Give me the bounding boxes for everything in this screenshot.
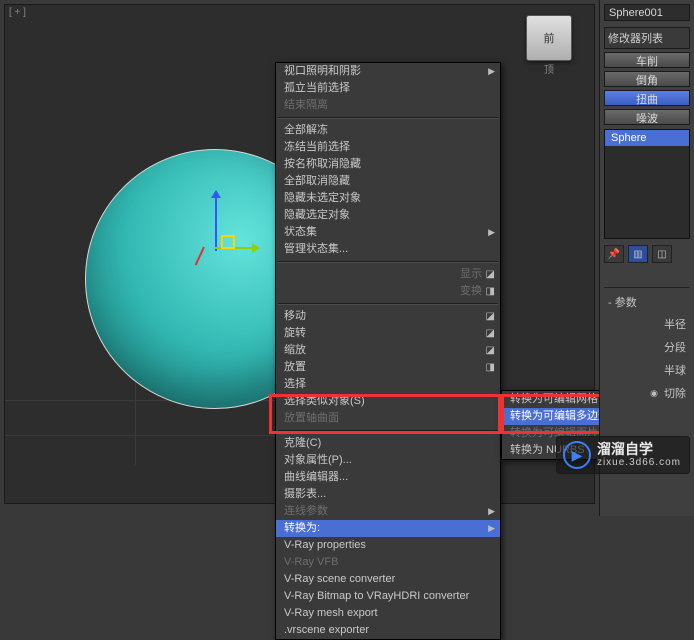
menu-item: 变换 [276, 283, 500, 300]
menu-item[interactable]: 按名称取消隐藏 [276, 156, 500, 173]
param-label: 切除 [664, 385, 686, 401]
menu-item[interactable]: 摄影表... [276, 486, 500, 503]
menu-item[interactable]: 曲线编辑器... [276, 469, 500, 486]
menu-item: V-Ray VFB [276, 554, 500, 571]
param-row: 半径 [614, 316, 686, 332]
menu-item[interactable]: 管理状态集... [276, 241, 500, 258]
menu-item[interactable]: 视口照明和阴影 [276, 63, 500, 80]
token-icon: ◉ [650, 388, 658, 399]
menu-item[interactable]: 全部解冻 [276, 122, 500, 139]
menu-item[interactable]: 隐藏选定对象 [276, 207, 500, 224]
menu-item[interactable]: .vrscene exporter [276, 622, 500, 639]
context-menu[interactable]: 视口照明和阴影孤立当前选择结束隔离全部解冻冻结当前选择按名称取消隐藏全部取消隐藏… [275, 62, 501, 640]
menu-item[interactable]: 旋转 [276, 325, 500, 342]
modifier-stack[interactable]: Sphere [604, 129, 690, 239]
params-rollout: - 参数 半径分段半球 ◉ 切除 [604, 287, 690, 401]
menu-item[interactable]: 全部取消隐藏 [276, 173, 500, 190]
pin-icon[interactable]: 📌 [604, 245, 624, 263]
menu-item[interactable]: 孤立当前选择 [276, 80, 500, 97]
watermark: ▶ 溜溜自学 zixue.3d66.com [556, 436, 690, 474]
modifier-list-dropdown[interactable]: 修改器列表 [604, 27, 690, 49]
play-icon: ▶ [563, 441, 591, 469]
menu-item[interactable]: 选择类似对象(S) [276, 393, 500, 410]
viewport-label: [ + ] [9, 7, 26, 18]
show-end-result-icon[interactable]: ▥ [628, 245, 648, 263]
menu-item[interactable]: 对象属性(P)... [276, 452, 500, 469]
param-label: 分段 [664, 339, 686, 355]
menu-item: 连线参数 [276, 503, 500, 520]
menu-item[interactable]: V-Ray scene converter [276, 571, 500, 588]
menu-item: 放置轴曲面 [276, 410, 500, 427]
rollout-title[interactable]: - 参数 [604, 292, 690, 312]
menu-item[interactable]: 冻结当前选择 [276, 139, 500, 156]
object-name-field[interactable] [604, 4, 690, 21]
menu-item[interactable]: 转换为: [276, 520, 500, 537]
param-label: 半径 [664, 316, 686, 332]
menu-item[interactable]: V-Ray Bitmap to VRayHDRI converter [276, 588, 500, 605]
menu-item: 显示 [276, 266, 500, 283]
param-label: 半球 [664, 362, 686, 378]
modifier-button[interactable]: 车削 [604, 52, 690, 68]
modifier-button[interactable]: 倒角 [604, 71, 690, 87]
menu-item: 结束隔离 [276, 97, 500, 114]
param-row: 半球 [614, 362, 686, 378]
menu-item[interactable]: 隐藏未选定对象 [276, 190, 500, 207]
watermark-url: zixue.3d66.com [597, 457, 681, 468]
modifier-button[interactable]: 扭曲 [604, 90, 690, 106]
modifier-button[interactable]: 噪波 [604, 109, 690, 125]
watermark-brand: 溜溜自学 [597, 442, 681, 457]
make-unique-icon[interactable]: ◫ [652, 245, 672, 263]
stack-item[interactable]: Sphere [605, 130, 689, 146]
menu-item[interactable]: 选择 [276, 376, 500, 393]
menu-item[interactable]: 克隆(C) [276, 435, 500, 452]
param-row: 分段 [614, 339, 686, 355]
menu-item[interactable]: 移动 [276, 308, 500, 325]
menu-item[interactable]: 状态集 [276, 224, 500, 241]
menu-item[interactable]: 放置 [276, 359, 500, 376]
stack-tools: 📌 ▥ ◫ [604, 245, 690, 263]
menu-item[interactable]: 缩放 [276, 342, 500, 359]
viewcube[interactable]: 前 [526, 15, 572, 61]
viewcube-label: 顶 [544, 61, 554, 76]
menu-item[interactable]: V-Ray properties [276, 537, 500, 554]
menu-item[interactable]: V-Ray mesh export [276, 605, 500, 622]
